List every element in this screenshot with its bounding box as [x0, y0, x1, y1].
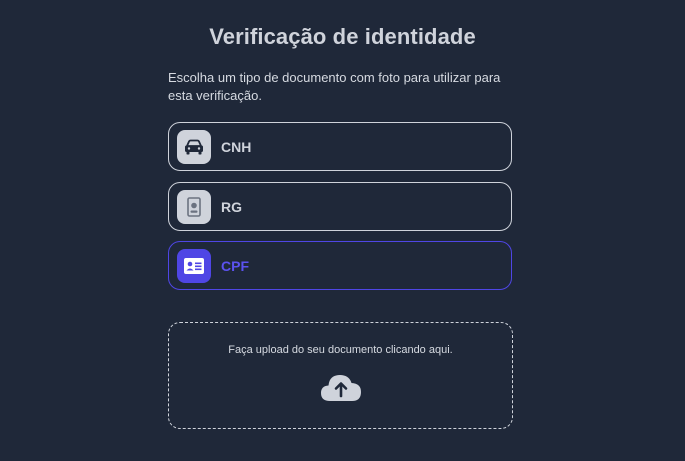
upload-dropzone[interactable]: Faça upload do seu documento clicando aq…: [168, 322, 513, 429]
document-option-cnh[interactable]: CNH: [168, 122, 512, 171]
id-card-icon: [177, 248, 211, 283]
document-option-cpf[interactable]: CPF: [168, 241, 512, 290]
page-subtitle: Escolha um tipo de documento com foto pa…: [168, 70, 501, 103]
cloud-upload-icon: [319, 369, 363, 408]
option-label: CNH: [221, 138, 252, 155]
identity-verification-page: Verificação de identidade Escolha um tip…: [0, 0, 685, 461]
id-badge-icon: [177, 189, 211, 224]
document-option-rg[interactable]: RG: [168, 182, 512, 231]
page-title: Verificação de identidade: [209, 24, 476, 49]
car-icon: [177, 129, 211, 164]
upload-instructions: Faça upload do seu documento clicando aq…: [228, 344, 453, 356]
option-label: RG: [221, 198, 242, 215]
option-label: CPF: [221, 257, 249, 274]
